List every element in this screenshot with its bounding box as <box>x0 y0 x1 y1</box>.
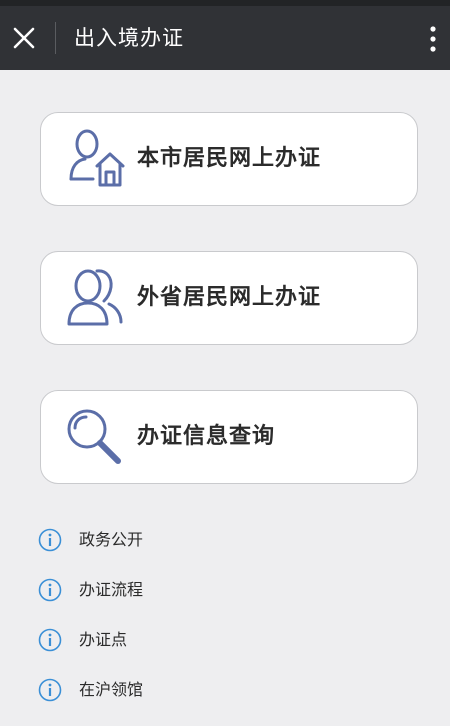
search-icon <box>67 409 121 464</box>
link-label: 在沪领馆 <box>79 680 144 699</box>
page-title: 出入境办证 <box>74 26 184 50</box>
info-icon <box>38 578 62 602</box>
info-icon <box>38 678 62 702</box>
more-options-button[interactable] <box>416 6 450 70</box>
link-label: 办证点 <box>79 630 128 649</box>
users-icon <box>67 269 123 326</box>
nonlocal-resident-apply-button[interactable]: 外省居民网上办证 <box>40 251 418 345</box>
header-bar: 出入境办证 <box>0 6 450 70</box>
link-label: 政务公开 <box>79 530 144 549</box>
header-divider <box>55 22 56 54</box>
info-icon <box>38 528 62 552</box>
card-label: 外省居民网上办证 <box>137 285 322 310</box>
card-label: 本市居民网上办证 <box>137 146 322 171</box>
more-vertical-icon <box>430 26 436 52</box>
resident-home-icon <box>69 129 125 187</box>
close-icon <box>13 27 35 49</box>
info-icon <box>38 628 62 652</box>
close-button[interactable] <box>0 6 50 70</box>
query-info-button[interactable]: 办证信息查询 <box>40 390 418 484</box>
link-label: 办证流程 <box>79 580 144 599</box>
card-label: 办证信息查询 <box>137 424 276 449</box>
local-resident-apply-button[interactable]: 本市居民网上办证 <box>40 112 418 206</box>
